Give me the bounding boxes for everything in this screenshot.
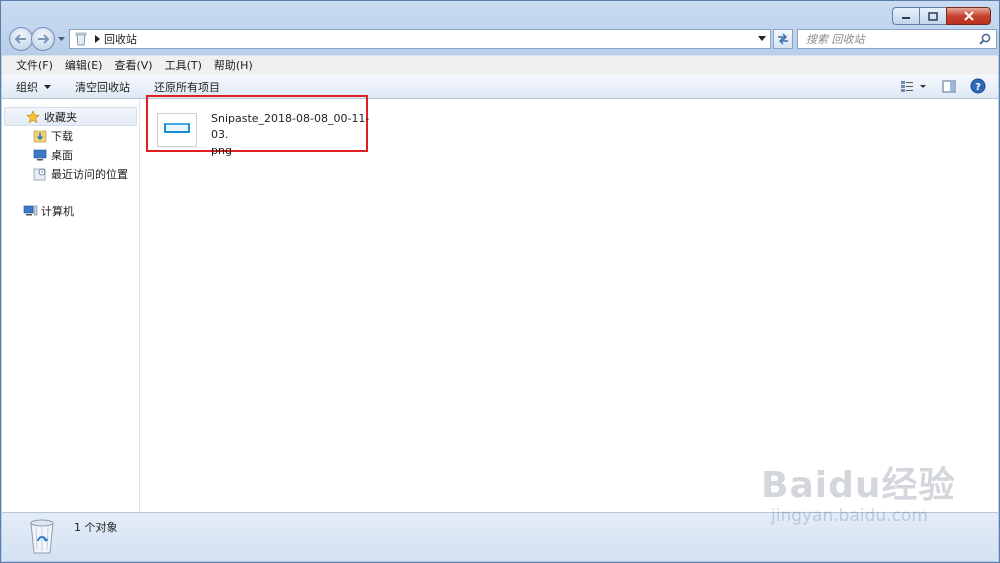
menu-file[interactable]: 文件(F) [10,57,59,75]
help-icon: ? [970,78,986,94]
organize-button[interactable]: 组织 [16,79,51,95]
refresh-button[interactable] [773,29,793,49]
restore-all-button[interactable]: 还原所有项目 [154,79,220,95]
recent-places-icon [32,166,48,182]
computer-icon [22,203,38,219]
search-box[interactable]: 搜索 回收站 [797,29,997,49]
preview-pane-icon [942,80,956,92]
minimize-button[interactable] [892,7,919,25]
change-view-button[interactable] [900,79,928,93]
menu-bar: 文件(F) 编辑(E) 查看(V) 工具(T) 帮助(H) [2,55,998,75]
downloads-folder-icon [32,128,48,144]
recent-pages-dropdown[interactable] [57,35,65,43]
file-name: Snipaste_2018-08-08_00-11-03. png [211,111,371,159]
file-name-line1: Snipaste_2018-08-08_00-11-03. [211,112,370,141]
address-dropdown-icon[interactable] [758,36,766,41]
svg-text:?: ? [975,82,981,93]
preview-pane-button[interactable] [942,80,956,93]
organize-label: 组织 [16,80,38,94]
recycle-bin-icon [30,519,54,554]
forward-button[interactable] [31,27,55,51]
desktop-icon [32,147,48,163]
menu-edit[interactable]: 编辑(E) [59,57,109,75]
close-icon [963,11,974,21]
navigation-pane[interactable]: 收藏夹 下载 桌面 最近访问的位置 计算机 [2,99,140,512]
sidebar-item-desktop[interactable]: 桌面 [2,145,139,164]
sidebar-item-label: 收藏夹 [44,110,77,124]
back-arrow-icon [15,34,26,44]
chevron-down-icon [44,84,51,89]
sidebar-item-recent-places[interactable]: 最近访问的位置 [2,164,139,183]
minimize-icon [902,17,910,19]
forward-arrow-icon [38,34,49,44]
image-file-thumbnail [157,113,197,147]
watermark: Baidu经验 jingyan.baidu.com [761,456,955,526]
file-list[interactable]: Snipaste_2018-08-08_00-11-03. png [141,95,998,512]
watermark-sub: jingyan.baidu.com [771,506,928,526]
menu-help[interactable]: 帮助(H) [208,57,259,75]
view-controls: ? [886,78,986,94]
chevron-down-icon [57,36,65,41]
back-button[interactable] [9,27,33,51]
refresh-icon [778,33,788,45]
close-button[interactable] [946,7,991,25]
menu-tools[interactable]: 工具(T) [159,57,208,75]
sidebar-item-label: 计算机 [41,204,74,218]
menu-view[interactable]: 查看(V) [108,57,158,75]
breadcrumb-arrow-icon[interactable] [95,35,100,43]
maximize-icon [928,11,938,21]
caption-buttons [892,7,991,25]
recycle-bin-small-icon [75,32,87,46]
view-options-icon [901,81,926,92]
breadcrumb-recycle-bin[interactable]: 回收站 [104,31,137,47]
star-icon [25,109,41,125]
maximize-button[interactable] [919,7,946,25]
item-count: 1 个对象 [74,521,118,534]
file-name-line2: png [211,144,232,157]
search-icon[interactable] [977,31,993,47]
search-input[interactable]: 搜索 回收站 [806,31,977,47]
content-area: 收藏夹 下载 桌面 最近访问的位置 计算机 Snipaste_2018-08-0… [2,95,998,512]
navigation-bar: 回收站 搜索 回收站 [7,27,997,51]
file-item[interactable]: Snipaste_2018-08-08_00-11-03. png [157,111,371,159]
sidebar-item-computer[interactable]: 计算机 [2,201,139,220]
sidebar-item-label: 下载 [51,129,73,143]
explorer-window: 回收站 搜索 回收站 文件(F) 编辑(E) 查看(V) 工具(T) 帮助(H)… [0,0,1000,563]
watermark-main: Baidu经验 [761,465,956,506]
sidebar-item-label: 桌面 [51,148,73,162]
sidebar-item-label: 最近访问的位置 [51,167,128,181]
sidebar-item-downloads[interactable]: 下载 [2,126,139,145]
sidebar-item-favorites[interactable]: 收藏夹 [4,107,137,126]
empty-recycle-bin-button[interactable]: 清空回收站 [75,79,130,95]
help-button[interactable]: ? [970,78,986,94]
address-bar[interactable]: 回收站 [69,29,771,49]
